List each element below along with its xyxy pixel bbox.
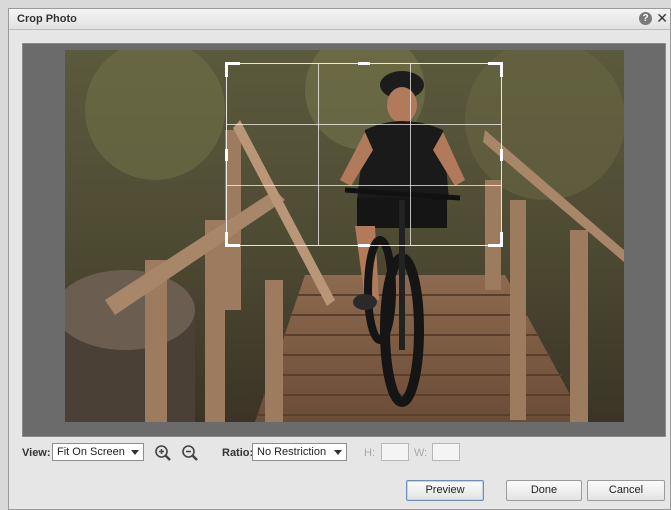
crop-handle-top-left[interactable] [225,62,240,77]
width-field [432,443,460,461]
cancel-button[interactable]: Cancel [587,480,665,501]
crop-handle-bottom-right[interactable] [488,232,503,247]
crop-handle-top-right[interactable] [488,62,503,77]
chevron-down-icon [131,450,139,455]
view-label: View: [22,447,51,459]
height-field [381,443,409,461]
crop-handle-top[interactable] [358,62,370,77]
close-icon[interactable]: ✕ [656,11,668,25]
crop-grid-line [227,124,501,126]
crop-grid-line [409,64,411,245]
crop-handle-left[interactable] [225,148,240,161]
view-dropdown-value: Fit On Screen [57,446,125,458]
photo-canvas [22,43,666,437]
ratio-dropdown[interactable]: No Restriction [252,443,347,461]
ratio-dropdown-value: No Restriction [257,446,327,458]
photo-image [65,50,624,422]
view-dropdown[interactable]: Fit On Screen [52,443,144,461]
help-icon[interactable]: ? [639,12,652,25]
ratio-label: Ratio: [222,447,254,459]
width-label: W: [414,447,428,459]
crop-handle-right[interactable] [488,148,503,161]
dialog-title: Crop Photo [17,13,77,25]
title-bar: Crop Photo ? ✕ [9,9,670,30]
crop-handle-bottom[interactable] [358,232,370,247]
crop-handle-bottom-left[interactable] [225,232,240,247]
zoom-out-icon[interactable] [181,444,199,462]
crop-selection[interactable] [225,62,503,247]
preview-button[interactable]: Preview [406,480,484,501]
height-label: H: [364,447,375,459]
crop-grid-line [318,64,320,245]
zoom-in-icon[interactable] [154,444,172,462]
crop-photo-dialog: Crop Photo ? ✕ View: Fit On Screen Ratio… [8,8,671,510]
done-button[interactable]: Done [506,480,582,501]
crop-options-bar: View: Fit On Screen Ratio: No Restrictio… [9,443,670,463]
chevron-down-icon [334,450,342,455]
crop-grid-line [227,184,501,186]
